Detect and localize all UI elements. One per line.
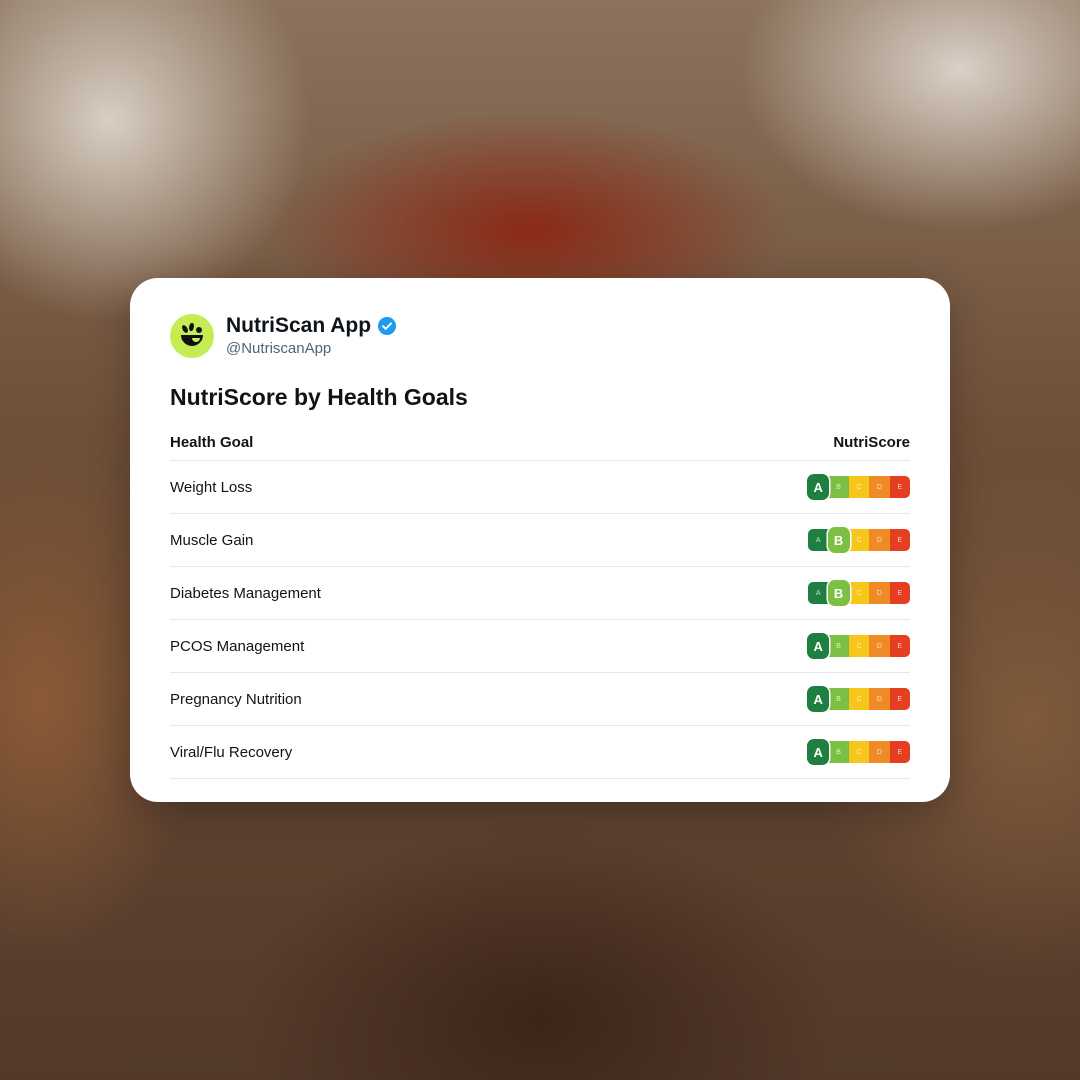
table-row: PCOS Management A B C D E — [170, 620, 910, 673]
table-header: Health Goal NutriScore — [170, 424, 910, 461]
nutriscore-segment-d: D — [869, 635, 890, 657]
nutriscore-badge: ABCDE — [808, 527, 910, 553]
nutriscore-badge: ABCDE — [807, 474, 910, 500]
nutriscore-segment-e: E — [889, 582, 910, 604]
nutriscore-segment-d: D — [869, 688, 890, 710]
nutriscore-segment-e: E — [889, 741, 910, 763]
profile-names: NutriScan App @NutriscanApp — [226, 314, 397, 359]
nutriscore-segment-c: C — [848, 529, 870, 551]
nutriscore-segment-d: D — [869, 741, 890, 763]
nutriscore-segment-a: A — [807, 739, 830, 765]
table-row: Pregnancy Nutrition A B C D E — [170, 673, 910, 726]
nutriscore-badge: ABCDE — [807, 739, 910, 765]
app-name[interactable]: NutriScan App — [226, 314, 371, 338]
verified-badge-icon — [378, 316, 397, 335]
table-row: Weight Loss A B C D E — [170, 461, 910, 514]
nutriscore-segment-e: E — [889, 688, 910, 710]
health-goal-label: Diabetes Management — [170, 584, 321, 602]
nutriscore-segment-c: C — [848, 582, 870, 604]
nutriscore-segment-d: D — [869, 582, 890, 604]
nutriscore-segment-a: A — [808, 529, 829, 551]
table-row: Muscle Gain A B C D E — [170, 514, 910, 567]
nutriscore-segment-a: A — [807, 474, 830, 500]
health-goal-label: Weight Loss — [170, 478, 253, 496]
nutriscore-segment-b: B — [828, 635, 849, 657]
table-row: Diabetes Management A B C D E — [170, 567, 910, 620]
nutriscore-segment-e: E — [889, 476, 910, 498]
health-goal-label: Muscle Gain — [170, 531, 254, 549]
header-health-goal: Health Goal — [170, 433, 254, 451]
nutriscore-segment-c: C — [848, 688, 870, 710]
header-nutriscore: NutriScore — [833, 433, 910, 451]
nutriscore-segment-a: A — [807, 686, 830, 712]
page-title: NutriScore by Health Goals — [170, 384, 468, 410]
nutriscore-segment-b: B — [827, 580, 850, 606]
nutriscore-segment-e: E — [889, 635, 910, 657]
nutriscore-segment-c: C — [848, 741, 870, 763]
table-body: Weight Loss A B C D E Muscle Gain A B C D E Diabetes… — [170, 461, 910, 779]
health-goal-label: Viral/Flu Recovery — [170, 743, 293, 761]
health-goal-label: Pregnancy Nutrition — [170, 690, 302, 708]
health-goal-label: PCOS Management — [170, 637, 305, 655]
nutriscore-segment-b: B — [828, 476, 849, 498]
table-row: Viral/Flu Recovery A B C D E — [170, 726, 910, 779]
nutriscore-segment-d: D — [869, 529, 890, 551]
nutriscore-badge: ABCDE — [807, 686, 910, 712]
nutriscore-segment-b: B — [828, 741, 849, 763]
profile-header: NutriScan App @NutriscanApp — [170, 312, 910, 360]
nutriscore-segment-e: E — [889, 529, 910, 551]
leaf-face-icon[interactable] — [170, 314, 214, 358]
nutriscore-segment-d: D — [869, 476, 890, 498]
nutriscore-segment-b: B — [827, 527, 850, 553]
nutriscore-segment-b: B — [828, 688, 849, 710]
nutriscore-segment-c: C — [848, 635, 870, 657]
nutriscore-segment-a: A — [807, 633, 830, 659]
nutriscore-segment-c: C — [848, 476, 870, 498]
nutriscore-segment-a: A — [808, 582, 829, 604]
nutriscore-badge: ABCDE — [807, 633, 910, 659]
nutriscore-badge: ABCDE — [808, 580, 910, 606]
nutriscore-card: NutriScan App @NutriscanApp NutriScore b… — [130, 278, 950, 802]
app-handle[interactable]: @NutriscanApp — [226, 339, 397, 359]
